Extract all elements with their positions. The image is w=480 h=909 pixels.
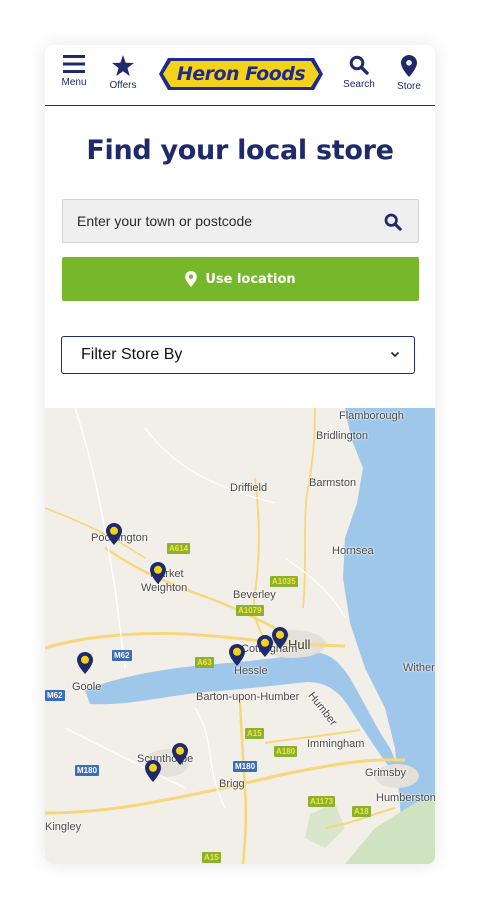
road-a180: A180 — [274, 746, 298, 757]
chevron-down-icon — [390, 351, 400, 358]
store-map[interactable]: Flamborough Bridlington Driffield Barmst… — [45, 408, 435, 864]
road-a1035: A1035 — [270, 576, 298, 587]
road-a1173: A1173 — [308, 796, 336, 807]
store-pin-pocklington[interactable] — [106, 523, 122, 545]
map-label-goole: Goole — [72, 681, 102, 693]
location-marker-icon — [185, 271, 198, 287]
store-pin-hull[interactable] — [272, 627, 288, 649]
store-search-input[interactable] — [63, 200, 373, 242]
star-icon — [112, 55, 134, 76]
road-a63: A63 — [195, 657, 214, 668]
store-button[interactable]: Store — [394, 55, 424, 92]
header-search-button[interactable]: Search — [342, 55, 376, 90]
store-label: Store — [397, 81, 421, 92]
map-label-beverley: Beverley — [233, 589, 276, 601]
search-label: Search — [343, 79, 375, 90]
map-label-hessle: Hessle — [234, 665, 268, 677]
location-pin-icon — [401, 55, 417, 77]
map-label-flamborough: Flamborough — [339, 410, 404, 422]
heron-foods-logo[interactable]: Heron Foods — [158, 57, 324, 91]
map-label-hornsea: Hornsea — [332, 545, 374, 557]
map-label-barmston: Barmston — [309, 477, 357, 489]
map-label-barton: Barton-upon-Humber — [196, 691, 300, 703]
menu-label: Menu — [61, 77, 87, 88]
map-label-kingley: Kingley — [45, 821, 82, 833]
filter-label: Filter Store By — [81, 346, 183, 363]
hamburger-icon — [63, 55, 85, 73]
map-label-bridlington: Bridlington — [316, 430, 368, 442]
road-a1079: A1079 — [236, 605, 264, 616]
road-m180: M180 — [233, 761, 258, 772]
offers-button[interactable]: Offers — [107, 55, 139, 91]
road-a18: A18 — [352, 806, 371, 817]
use-location-button[interactable]: Use location — [62, 257, 419, 301]
road-m62: M62 — [112, 650, 132, 661]
road-a614: A614 — [167, 543, 191, 554]
map-label-driffield: Driffield — [230, 482, 268, 494]
map-label-humberston: Humberston — [376, 792, 435, 804]
page-title: Find your local store — [86, 135, 394, 166]
map-label-grimsby: Grimsby — [365, 767, 406, 779]
search-icon — [349, 55, 369, 75]
road-a15: A15 — [245, 728, 264, 739]
road-a15-south: A15 — [202, 852, 221, 863]
store-search-box — [62, 199, 419, 243]
store-pin-hessle[interactable] — [229, 644, 245, 666]
logo-text: Heron Foods — [176, 63, 306, 85]
use-location-label: Use location — [205, 271, 296, 287]
map-label-immingham: Immingham — [307, 738, 365, 750]
menu-button[interactable]: Menu — [59, 55, 89, 88]
map-label-withernsea: Withernsea — [403, 662, 435, 674]
map-label-brigg: Brigg — [219, 778, 245, 790]
filter-store-select[interactable]: Filter Store By — [61, 336, 415, 374]
store-pin-scunthorpe-north[interactable] — [172, 743, 188, 765]
site-header: Menu Offers Heron Foods Search Store — [45, 45, 435, 106]
store-pin-scunthorpe[interactable] — [145, 760, 161, 782]
road-m62-west: M62 — [45, 690, 65, 701]
road-m180-west: M180 — [75, 765, 100, 776]
store-pin-goole[interactable] — [77, 652, 93, 674]
phone-screen: Menu Offers Heron Foods Search Store Fin… — [45, 45, 435, 864]
store-pin-hull-west[interactable] — [257, 635, 273, 657]
search-submit-icon[interactable] — [384, 213, 402, 231]
offers-label: Offers — [109, 80, 137, 91]
store-pin-market-weighton[interactable] — [150, 562, 166, 584]
